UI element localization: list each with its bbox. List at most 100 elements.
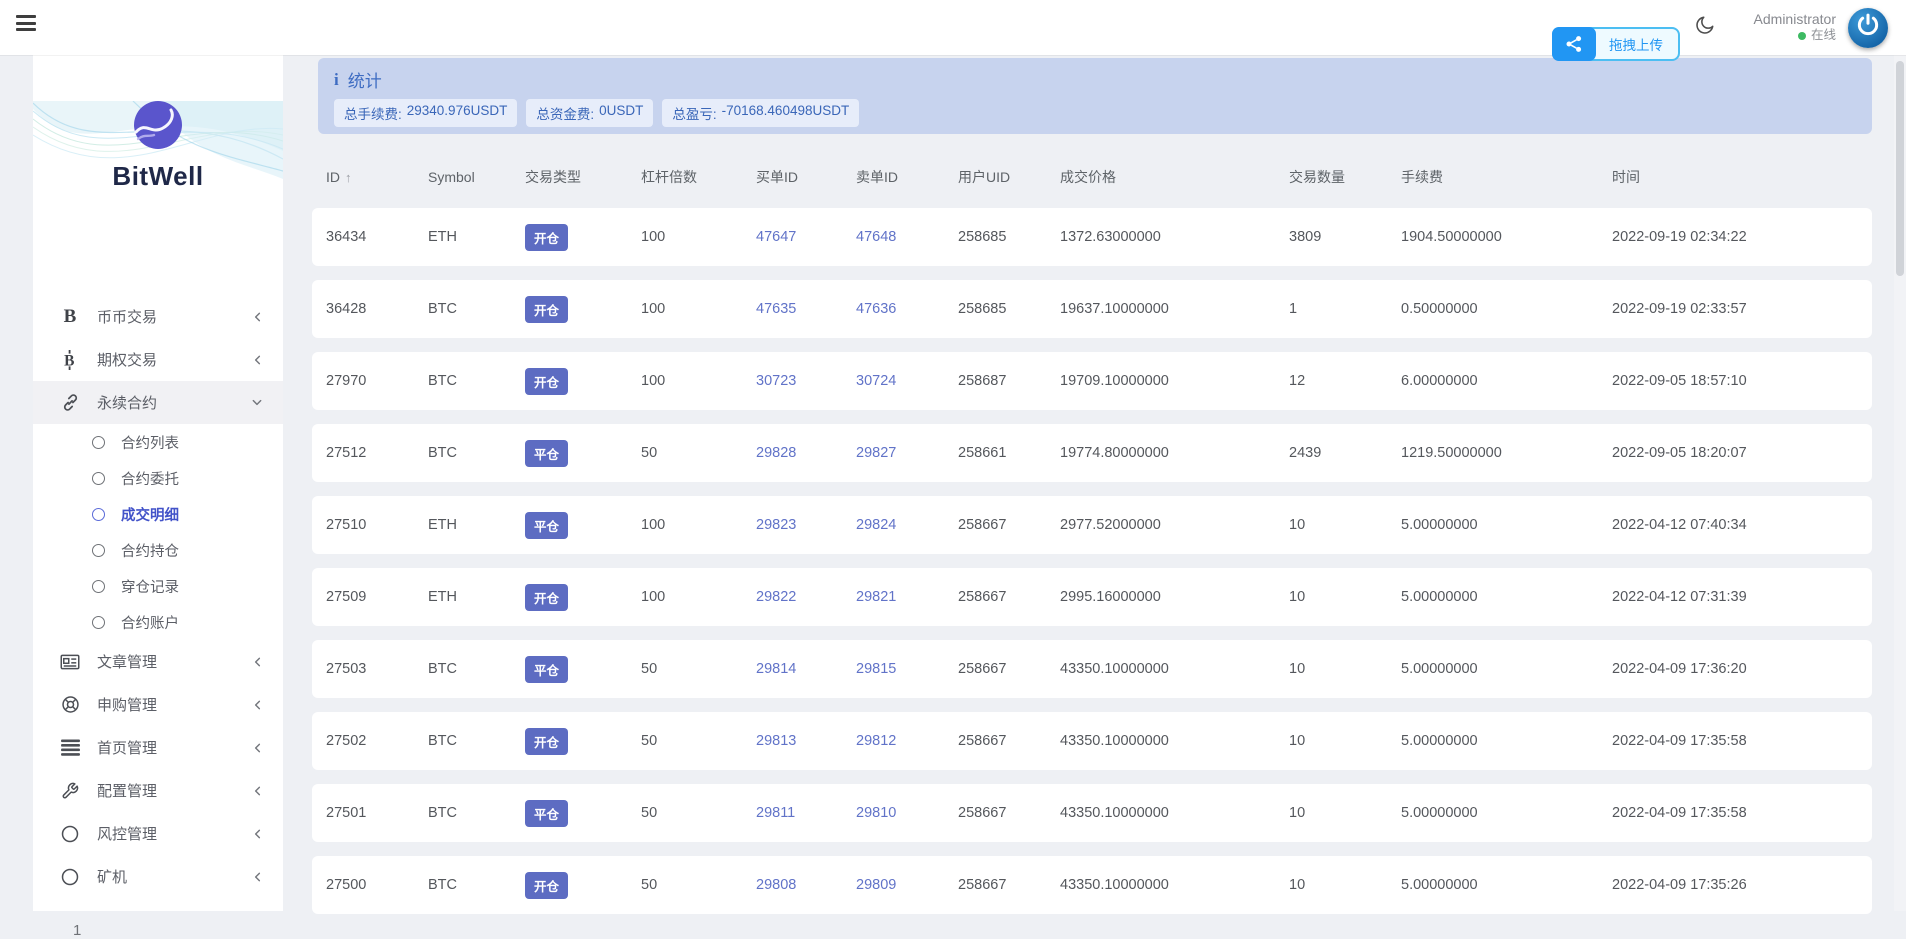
column-header-9: 交易数量 (1289, 167, 1401, 187)
circle-icon (58, 868, 82, 886)
moon-icon (1694, 14, 1716, 41)
sidebar-item-risk-management[interactable]: 风控管理 (33, 812, 283, 855)
sidebar-subitem-contract-list[interactable]: 合约列表 (33, 424, 283, 460)
cell-symbol: ETH (428, 517, 525, 533)
cell-time: 2022-04-12 07:40:34 (1612, 517, 1858, 533)
stat-badge-total_fee: 总手续费: 29340.976USDT (334, 99, 517, 127)
cell-leverage: 100 (641, 589, 756, 605)
cell-leverage: 100 (641, 517, 756, 533)
sidebar-footer-number: 1 (73, 922, 283, 939)
column-header-4: 杠杆倍数 (641, 167, 756, 187)
column-header-7: 用户UID (958, 167, 1060, 187)
circle-bullet-icon (92, 580, 105, 593)
buy-order-link[interactable]: 29813 (756, 733, 856, 749)
sidebar-item-config-management[interactable]: 配置管理 (33, 769, 283, 812)
cell-id: 27501 (326, 805, 428, 821)
sell-order-link[interactable]: 47648 (856, 229, 958, 245)
sidebar-subitem-contract-accounts[interactable]: 合约账户 (33, 604, 283, 640)
sidebar-item-label: 永续合约 (97, 392, 251, 413)
sell-order-link[interactable]: 29815 (856, 661, 958, 677)
sidebar-item-mining-machine[interactable]: 矿机 (33, 855, 283, 898)
buy-order-link[interactable]: 29823 (756, 517, 856, 533)
user-status: 在线 (1754, 28, 1836, 44)
chevron-left-icon (252, 828, 263, 840)
sell-order-link[interactable]: 30724 (856, 373, 958, 389)
cell-price: 19709.10000000 (1060, 373, 1289, 389)
buy-order-link[interactable]: 29814 (756, 661, 856, 677)
sidebar-item-options-trading[interactable]: B 期权交易 (33, 338, 283, 381)
circle-bullet-icon (92, 616, 105, 629)
table-row: 27970 BTC 开仓 100 30723 30724 258687 1970… (312, 352, 1872, 410)
sidebar-item-coin-trading[interactable]: B 币币交易 (33, 295, 283, 338)
cell-leverage: 50 (641, 445, 756, 461)
user-avatar[interactable] (1848, 8, 1888, 48)
hamburger-menu-icon[interactable] (16, 15, 36, 31)
buy-order-link[interactable]: 29808 (756, 877, 856, 893)
table-row: 27510 ETH 平仓 100 29823 29824 258667 2977… (312, 496, 1872, 554)
table-row: 27502 BTC 开仓 50 29813 29812 258667 43350… (312, 712, 1872, 770)
cell-quantity: 10 (1289, 733, 1401, 749)
cell-uid: 258667 (958, 877, 1060, 893)
cell-symbol: BTC (428, 373, 525, 389)
cell-uid: 258685 (958, 301, 1060, 317)
sell-order-link[interactable]: 29827 (856, 445, 958, 461)
sell-order-link[interactable]: 29821 (856, 589, 958, 605)
sidebar-item-perpetual-contract[interactable]: 永续合约 (33, 381, 283, 424)
buy-order-link[interactable]: 29828 (756, 445, 856, 461)
sidebar-item-homepage-management[interactable]: 首页管理 (33, 726, 283, 769)
sidebar-subitem-liquidation-records[interactable]: 穿仓记录 (33, 568, 283, 604)
buy-order-link[interactable]: 30723 (756, 373, 856, 389)
cell-time: 2022-04-12 07:31:39 (1612, 589, 1858, 605)
cell-price: 43350.10000000 (1060, 661, 1289, 677)
cell-uid: 258667 (958, 589, 1060, 605)
drag-upload-widget[interactable]: 拖拽上传 (1552, 27, 1680, 61)
cell-time: 2022-09-05 18:57:10 (1612, 373, 1858, 389)
sell-order-link[interactable]: 29812 (856, 733, 958, 749)
sidebar-item-subscription-management[interactable]: 申购管理 (33, 683, 283, 726)
bars-icon (58, 739, 82, 756)
sell-order-link[interactable]: 29824 (856, 517, 958, 533)
stat-badge-total_pnl: 总盈亏: -70168.460498USDT (662, 99, 859, 127)
cell-symbol: BTC (428, 733, 525, 749)
sidebar-subitem-contract-positions[interactable]: 合约持仓 (33, 532, 283, 568)
online-dot-icon (1798, 32, 1806, 40)
trade-type-badge: 平仓 (525, 512, 568, 539)
info-icon: i (334, 70, 339, 90)
buy-order-link[interactable]: 47635 (756, 301, 856, 317)
buy-order-link[interactable]: 47647 (756, 229, 856, 245)
sell-order-link[interactable]: 29810 (856, 805, 958, 821)
cell-quantity: 1 (1289, 301, 1401, 317)
chevron-left-icon (252, 311, 263, 323)
newspaper-icon (58, 653, 82, 671)
sort-ascending-icon[interactable]: ↑ (345, 170, 352, 185)
cell-symbol: BTC (428, 877, 525, 893)
circle-bullet-icon (92, 436, 105, 449)
cell-fee: 5.00000000 (1401, 877, 1612, 893)
sidebar-item-article-management[interactable]: 文章管理 (33, 640, 283, 683)
cell-fee: 0.50000000 (1401, 301, 1612, 317)
cell-fee: 5.00000000 (1401, 517, 1612, 533)
trade-type-badge: 开仓 (525, 368, 568, 395)
sidebar-item-label: 申购管理 (97, 694, 252, 715)
dark-mode-toggle[interactable] (1694, 14, 1716, 41)
sidebar-item-label: 首页管理 (97, 737, 252, 758)
scrollbar-thumb[interactable] (1896, 61, 1904, 276)
chevron-left-icon (252, 354, 263, 366)
cell-fee: 1904.50000000 (1401, 229, 1612, 245)
cell-uid: 258667 (958, 661, 1060, 677)
sidebar: BitWell B 币币交易 B 期权交易 永续合约 合约列表 合约委托 成交明… (33, 55, 283, 911)
circle-bullet-icon (92, 544, 105, 557)
cell-fee: 5.00000000 (1401, 805, 1612, 821)
sidebar-item-label: 配置管理 (97, 780, 252, 801)
cell-symbol: BTC (428, 301, 525, 317)
buy-order-link[interactable]: 29811 (756, 805, 856, 821)
cell-uid: 258661 (958, 445, 1060, 461)
sell-order-link[interactable]: 47636 (856, 301, 958, 317)
cell-quantity: 10 (1289, 877, 1401, 893)
sidebar-subitem-trade-details[interactable]: 成交明细 (33, 496, 283, 532)
sell-order-link[interactable]: 29809 (856, 877, 958, 893)
cell-leverage: 50 (641, 661, 756, 677)
sidebar-subitem-contract-orders[interactable]: 合约委托 (33, 460, 283, 496)
online-status-label: 在线 (1811, 28, 1836, 44)
buy-order-link[interactable]: 29822 (756, 589, 856, 605)
